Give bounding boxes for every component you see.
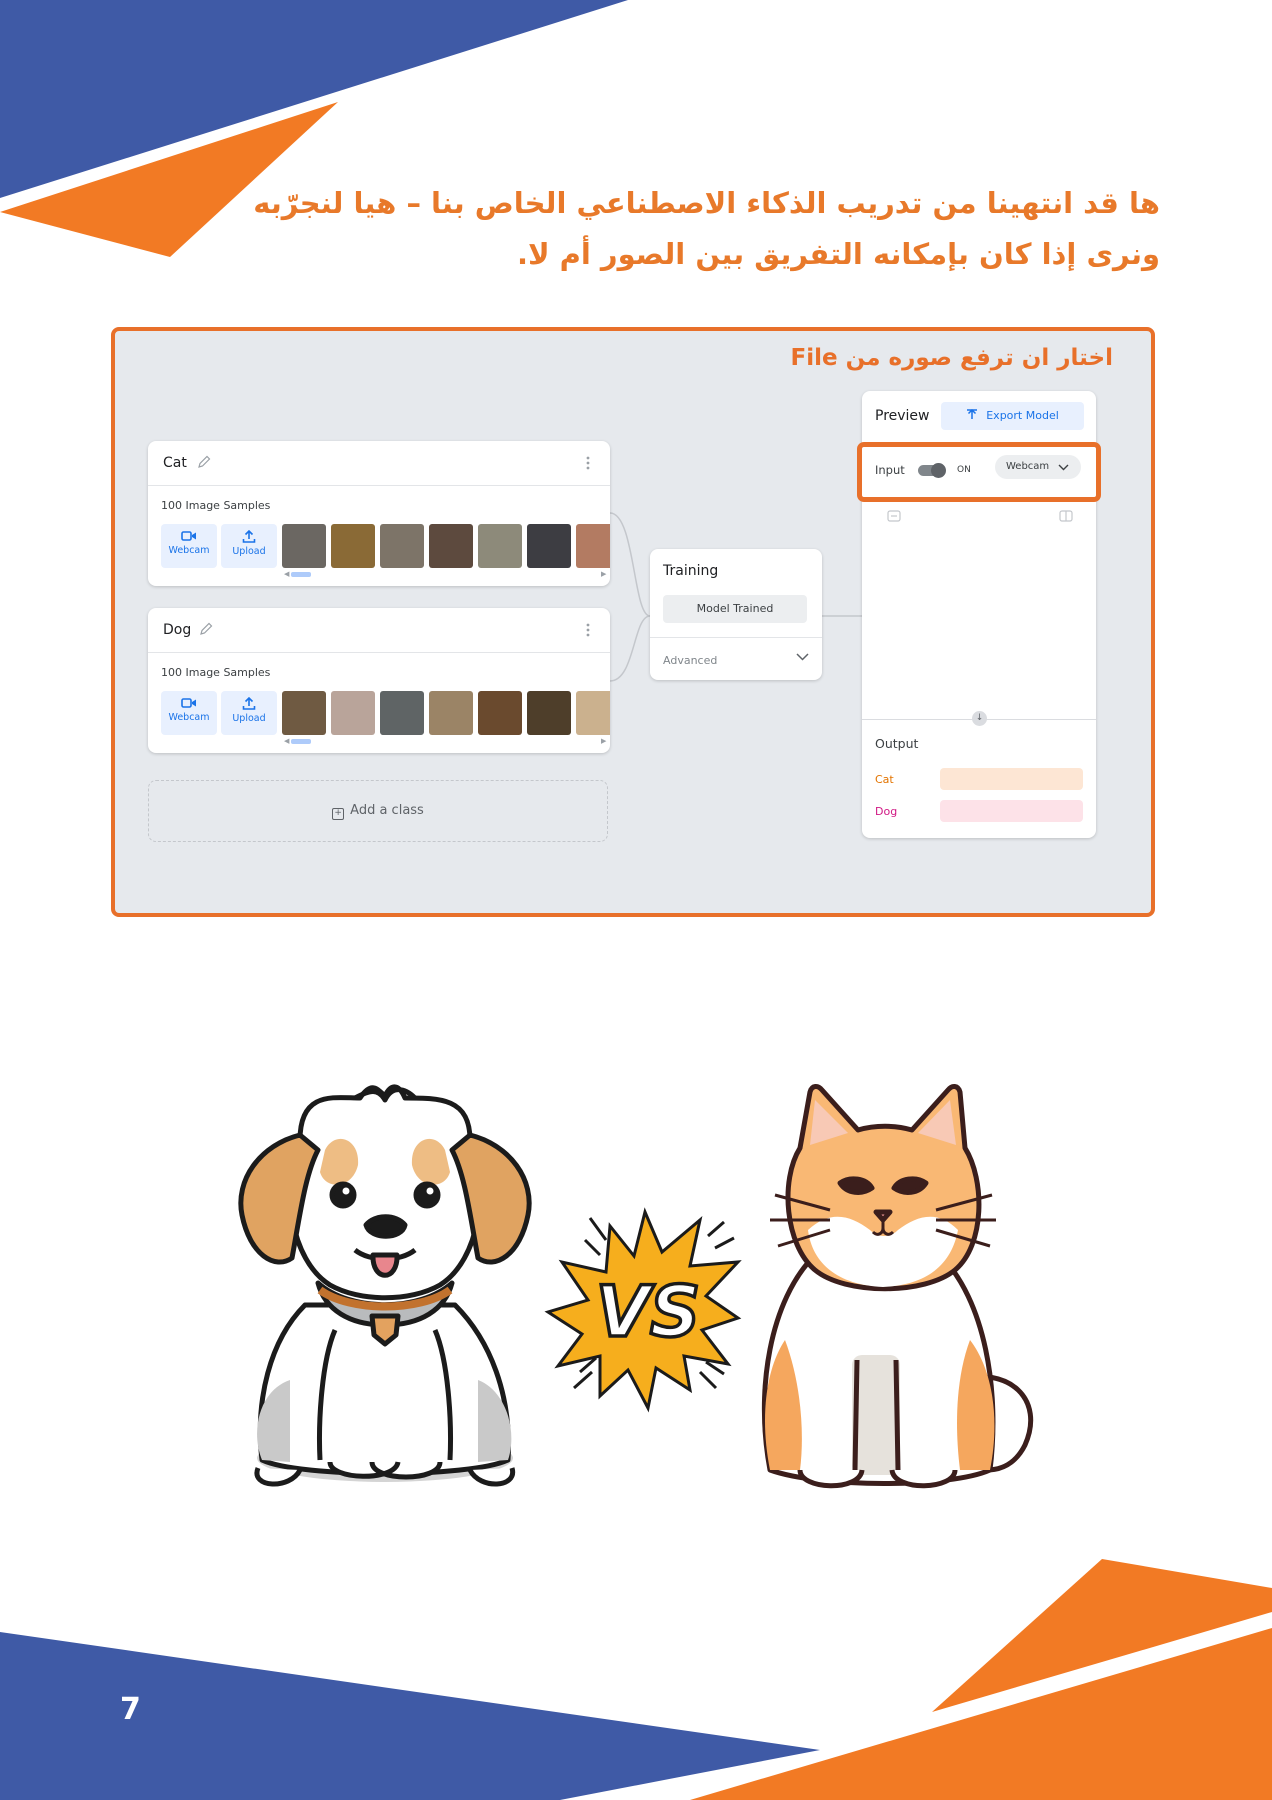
vs-text: VS — [596, 1271, 701, 1353]
puppy-illustration — [238, 1084, 532, 1487]
vs-burst-icon: VS — [544, 1207, 742, 1413]
page-number: 7 — [120, 1692, 141, 1727]
dog-vs-cat-illustration: VS — [238, 1084, 1033, 1489]
cat-illustration — [761, 1084, 1033, 1489]
